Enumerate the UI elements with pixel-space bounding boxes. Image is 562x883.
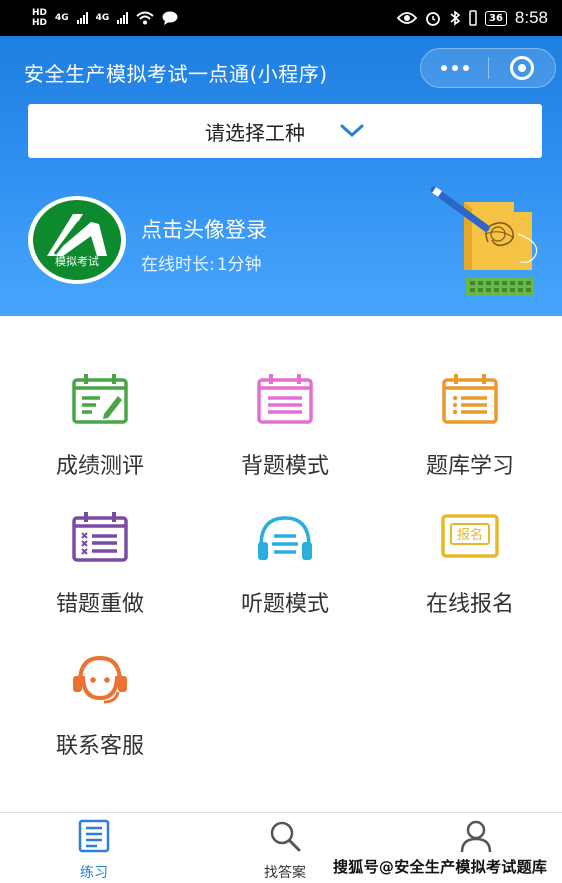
close-miniprogram-button[interactable] (489, 48, 555, 88)
network-label-2: 4G (95, 13, 110, 23)
registration-badge-text: 报名 (457, 527, 483, 543)
study-illustration (430, 186, 538, 296)
user-icon (460, 820, 492, 853)
menu-item-wrong-questions[interactable]: 错题重做 (25, 512, 175, 618)
hd-indicator: HD HD (32, 8, 47, 28)
menu-label: 联系客服 (55, 734, 144, 759)
header-banner: 安全生产模拟考试一点通(小程序) 请选择工种 模拟考试 点击头像登录 在线时长:… (0, 36, 562, 316)
menu-label: 题库学习 (425, 454, 514, 479)
avatar-caption: 模拟考试 (55, 255, 99, 268)
tab-label: 找答案 (264, 865, 306, 881)
tab-profile[interactable] (436, 819, 516, 857)
battery-icon: 36 (484, 10, 507, 26)
customer-service-icon (73, 655, 127, 704)
practice-icon (78, 819, 110, 853)
online-duration: 在线时长: 1分钟 (141, 250, 262, 275)
job-type-select[interactable]: 请选择工种 (28, 104, 542, 158)
chevron-down-icon (340, 124, 364, 138)
network-label-1: 4G (55, 13, 69, 23)
menu-item-customer-service[interactable]: 联系客服 (25, 654, 175, 760)
signal-bars-1-icon (76, 12, 88, 24)
avatar[interactable]: 模拟考试 (28, 196, 126, 284)
wrong-questions-icon (72, 512, 128, 562)
online-duration-label: 在线时长: (141, 255, 215, 275)
menu-label: 错题重做 (55, 592, 144, 617)
tab-practice[interactable]: 练习 (54, 819, 134, 882)
alarm-icon (426, 12, 440, 26)
avatar-logo: 模拟考试 (33, 200, 121, 280)
clock: 8:58 (514, 8, 548, 27)
tab-find-answer[interactable]: 找答案 (245, 819, 325, 882)
tab-label: 练习 (80, 865, 108, 881)
close-ring-icon (509, 56, 534, 80)
menu-item-listen-mode[interactable]: 听题模式 (210, 512, 360, 618)
job-type-select-label: 请选择工种 (205, 120, 305, 145)
online-duration-value: 1分钟 (216, 255, 262, 275)
question-bank-icon (442, 374, 498, 424)
status-bar: HD HD 4G 4G 36 8:58 (0, 0, 562, 36)
login-prompt[interactable]: 点击头像登录 (141, 214, 267, 244)
hd-label-2: HD (32, 18, 48, 28)
menu-label: 成绩测评 (55, 454, 144, 479)
message-icon (162, 11, 178, 25)
hd-label-1: HD (32, 8, 48, 18)
vibrate-icon (469, 10, 477, 26)
menu-item-online-registration[interactable]: 报名 在线报名 (395, 512, 545, 618)
menu-item-memorize-mode[interactable]: 背题模式 (210, 374, 360, 480)
app-title: 安全生产模拟考试一点通(小程序) (24, 62, 328, 86)
signal-bars-2-icon (117, 12, 129, 24)
bluetooth-icon (450, 10, 461, 26)
status-right: 36 8:58 (396, 8, 548, 28)
wifi-icon (136, 11, 154, 25)
eye-icon (396, 12, 417, 24)
watermark: 搜狐号@安全生产模拟考试题库 (333, 858, 548, 876)
miniprogram-capsule (420, 48, 556, 88)
menu-label: 在线报名 (425, 592, 514, 617)
more-menu-button[interactable] (421, 48, 488, 88)
score-evaluation-icon (72, 374, 128, 424)
status-left: HD HD 4G 4G (32, 8, 178, 28)
online-registration-icon: 报名 (441, 514, 499, 558)
menu-item-question-bank[interactable]: 题库学习 (395, 374, 545, 480)
memorize-mode-icon (257, 374, 313, 424)
menu-item-score-evaluation[interactable]: 成绩测评 (25, 374, 175, 480)
menu-label: 背题模式 (240, 454, 329, 479)
listen-mode-icon (258, 516, 312, 560)
search-icon (270, 821, 301, 852)
menu-label: 听题模式 (240, 592, 329, 617)
